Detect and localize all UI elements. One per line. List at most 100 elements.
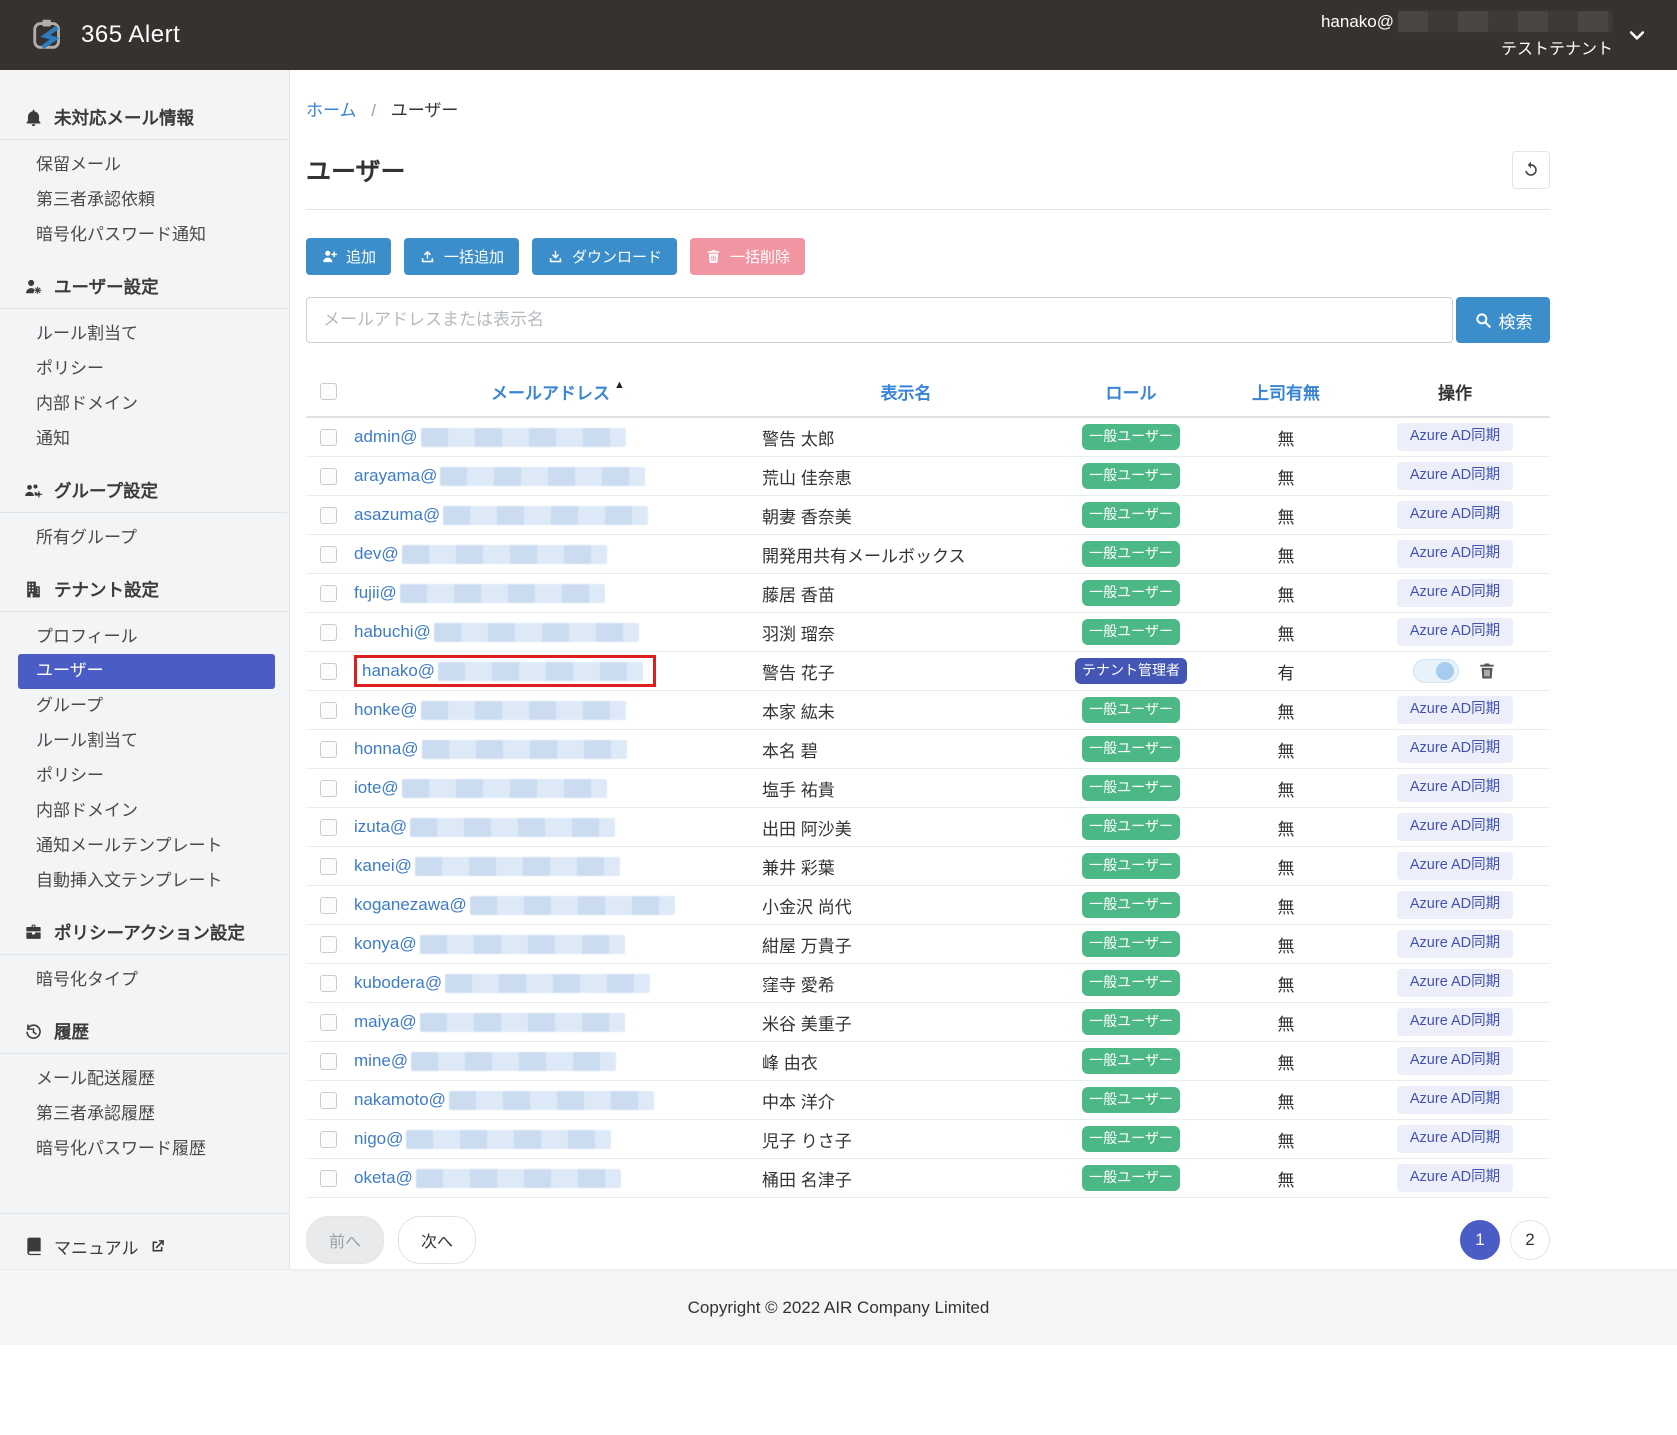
- column-header-role[interactable]: ロール: [1050, 379, 1212, 404]
- row-checkbox[interactable]: [320, 780, 337, 797]
- pagination-next-button[interactable]: 次へ: [398, 1216, 476, 1264]
- sidebar-item-manual[interactable]: マニュアル: [0, 1213, 289, 1269]
- row-checkbox[interactable]: [320, 936, 337, 953]
- search-input[interactable]: [306, 297, 1453, 343]
- highlight-red-box: hanako@: [354, 655, 656, 687]
- row-checkbox[interactable]: [320, 585, 337, 602]
- row-checkbox[interactable]: [320, 858, 337, 875]
- pagination-page-button[interactable]: 2: [1510, 1220, 1550, 1260]
- sidebar-item[interactable]: ポリシー: [0, 759, 289, 794]
- sidebar-item[interactable]: プロフィール: [0, 620, 289, 655]
- row-checkbox[interactable]: [320, 819, 337, 836]
- sidebar-item[interactable]: 第三者承認履歴: [0, 1097, 289, 1132]
- column-header-supervisor[interactable]: 上司有無: [1212, 379, 1360, 404]
- row-checkbox[interactable]: [320, 624, 337, 641]
- user-email-link[interactable]: honke@: [354, 700, 626, 720]
- bulk-add-button[interactable]: 一括追加: [404, 238, 519, 275]
- sidebar-item[interactable]: 所有グループ: [0, 521, 289, 556]
- account-menu[interactable]: hanako@ テストテナント: [1321, 11, 1647, 59]
- add-user-button[interactable]: 追加: [306, 238, 391, 275]
- email-prefix: hanako@: [362, 661, 435, 681]
- column-header-email[interactable]: メールアドレス▲: [350, 379, 762, 404]
- sidebar-item[interactable]: 内部ドメイン: [0, 794, 289, 829]
- row-checkbox[interactable]: [320, 1170, 337, 1187]
- display-name: 警告 太郎: [762, 425, 1050, 450]
- row-checkbox[interactable]: [320, 897, 337, 914]
- sidebar-item[interactable]: ルール割当て: [0, 317, 289, 352]
- redacted-email-domain: [440, 467, 645, 486]
- select-all-checkbox[interactable]: [320, 383, 337, 400]
- redacted-email-domain: [443, 506, 648, 525]
- row-checkbox[interactable]: [320, 429, 337, 446]
- user-email-link[interactable]: kanei@: [354, 856, 620, 876]
- sidebar-item[interactable]: 内部ドメイン: [0, 387, 289, 422]
- row-checkbox[interactable]: [320, 1014, 337, 1031]
- azure-ad-sync-badge: Azure AD同期: [1397, 462, 1513, 490]
- user-email-link[interactable]: arayama@: [354, 466, 645, 486]
- row-checkbox[interactable]: [320, 663, 337, 680]
- user-email-link[interactable]: konya@: [354, 934, 625, 954]
- user-email-link[interactable]: iote@: [354, 778, 607, 798]
- bulk-delete-button[interactable]: 一括削除: [690, 238, 805, 275]
- sidebar-item[interactable]: グループ: [0, 689, 289, 724]
- breadcrumb-home-link[interactable]: ホーム: [306, 101, 357, 120]
- user-email-link[interactable]: habuchi@: [354, 622, 639, 642]
- sidebar-item[interactable]: 暗号化パスワード履歴: [0, 1132, 289, 1167]
- sidebar-item[interactable]: ユーザー: [18, 654, 275, 689]
- user-email-link[interactable]: oketa@: [354, 1168, 621, 1188]
- sidebar-item[interactable]: 自動挿入文テンプレート: [0, 864, 289, 899]
- row-checkbox[interactable]: [320, 507, 337, 524]
- user-email-link[interactable]: izuta@: [354, 817, 615, 837]
- sidebar-item[interactable]: 保留メール: [0, 148, 289, 183]
- sidebar-item[interactable]: 暗号化タイプ: [0, 963, 289, 998]
- row-checkbox[interactable]: [320, 741, 337, 758]
- sidebar-item[interactable]: ルール割当て: [0, 724, 289, 759]
- user-email-link[interactable]: nigo@: [354, 1129, 611, 1149]
- user-email-link[interactable]: hanako@: [362, 661, 643, 681]
- email-prefix: oketa@: [354, 1168, 413, 1188]
- trash-icon: [705, 248, 722, 265]
- download-button[interactable]: ダウンロード: [532, 238, 677, 275]
- column-header-display-name[interactable]: 表示名: [762, 379, 1050, 404]
- sidebar-item[interactable]: 通知: [0, 422, 289, 457]
- delete-user-button[interactable]: [1477, 661, 1497, 681]
- user-email-link[interactable]: dev@: [354, 544, 607, 564]
- row-checkbox[interactable]: [320, 702, 337, 719]
- building-icon: [24, 580, 43, 599]
- user-email-link[interactable]: admin@: [354, 427, 626, 447]
- refresh-button[interactable]: [1512, 151, 1550, 189]
- sidebar-item[interactable]: メール配送履歴: [0, 1062, 289, 1097]
- row-checkbox[interactable]: [320, 1053, 337, 1070]
- email-prefix: fujii@: [354, 583, 397, 603]
- user-email-link[interactable]: honna@: [354, 739, 627, 759]
- sidebar-section-label: 未対応メール情報: [54, 105, 194, 130]
- user-email-link[interactable]: maiya@: [354, 1012, 625, 1032]
- user-email-link[interactable]: fujii@: [354, 583, 605, 603]
- sidebar-item[interactable]: 通知メールテンプレート: [0, 829, 289, 864]
- table-row: nigo@児子 りさ子一般ユーザー無Azure AD同期: [306, 1120, 1550, 1159]
- row-checkbox[interactable]: [320, 1092, 337, 1109]
- user-email-link[interactable]: nakamoto@: [354, 1090, 654, 1110]
- search-icon: [1474, 311, 1492, 329]
- user-email-link[interactable]: asazuma@: [354, 505, 648, 525]
- sidebar-item[interactable]: 暗号化パスワード通知: [0, 218, 289, 253]
- user-email-link[interactable]: kubodera@: [354, 973, 650, 993]
- row-checkbox[interactable]: [320, 468, 337, 485]
- search-button[interactable]: 検索: [1456, 297, 1550, 343]
- row-checkbox[interactable]: [320, 1131, 337, 1148]
- app-logo[interactable]: 365 Alert: [30, 16, 180, 54]
- supervisor-flag: 無: [1212, 971, 1360, 996]
- user-email-link[interactable]: koganezawa@: [354, 895, 675, 915]
- pagination-prev-button[interactable]: 前へ: [306, 1216, 384, 1264]
- row-checkbox[interactable]: [320, 975, 337, 992]
- row-checkbox[interactable]: [320, 546, 337, 563]
- role-badge: 一般ユーザー: [1082, 892, 1180, 917]
- user-email-link[interactable]: mine@: [354, 1051, 616, 1071]
- manual-label: マニュアル: [54, 1234, 139, 1259]
- sidebar-item[interactable]: 第三者承認依頼: [0, 183, 289, 218]
- enable-toggle[interactable]: [1413, 659, 1459, 683]
- sidebar-item[interactable]: ポリシー: [0, 352, 289, 387]
- table-row: izuta@出田 阿沙美一般ユーザー無Azure AD同期: [306, 808, 1550, 847]
- pagination-page-button[interactable]: 1: [1460, 1220, 1500, 1260]
- email-prefix: asazuma@: [354, 505, 440, 525]
